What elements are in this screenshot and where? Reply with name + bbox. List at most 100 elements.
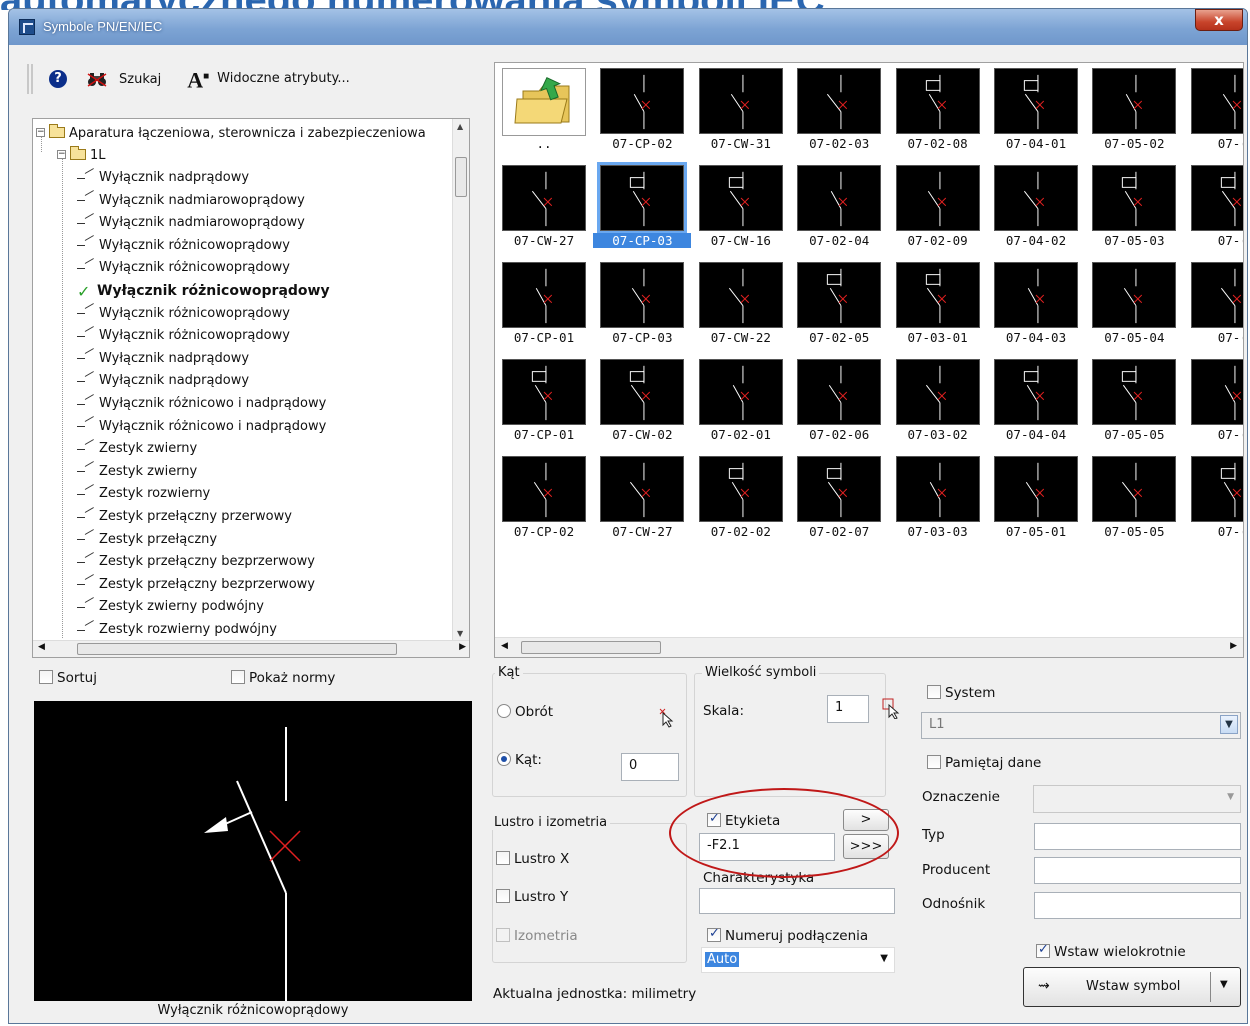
label-multi-button[interactable]: >>> <box>843 834 889 859</box>
symbol-cell[interactable]: 07-CP-02 <box>593 63 691 159</box>
symbol-cell[interactable]: 07-( <box>1184 257 1243 353</box>
folder-up-cell[interactable]: .. <box>495 63 593 159</box>
tree-item[interactable]: Zestyk przełączny <box>77 529 217 551</box>
tree-item[interactable]: Zestyk przełączny bezprzerwowy <box>77 574 315 596</box>
tree-item[interactable]: Wyłącznik różnicowo i nadprądowy <box>77 393 326 415</box>
tree-item[interactable]: Wyłącznik nadmiarowoprądowy <box>77 212 305 234</box>
angle-radio-dot[interactable] <box>497 752 511 766</box>
search-button[interactable] <box>87 70 107 88</box>
show-norms-checkbox[interactable]: Pokaż normy <box>231 670 335 686</box>
symbol-cell[interactable]: 07-02-03 <box>790 63 888 159</box>
tree-item[interactable]: ✓ Wyłącznik różnicowoprądowy <box>77 280 330 302</box>
symbol-cell[interactable]: 07-CW-27 <box>593 451 691 547</box>
symbol-cell[interactable]: 07-( <box>1184 63 1243 159</box>
symbol-cell[interactable]: 07-02-07 <box>790 451 888 547</box>
symbol-cell[interactable]: 07-03-01 <box>889 257 987 353</box>
symbol-cell[interactable]: 07-02-06 <box>790 354 888 450</box>
tree-root[interactable]: − Aparatura łączeniowa, sterownicza i zab… <box>36 123 426 145</box>
symbol-tree[interactable]: − Aparatura łączeniowa, sterownicza i zab… <box>32 118 470 658</box>
scrollbar-thumb[interactable] <box>521 641 661 654</box>
symbol-grid[interactable]: .. 07-CP-02 07-CW-31 07-02-03 07-02-08 07-04… <box>494 62 1244 658</box>
tree-item[interactable]: Zestyk przełączny przerwowy <box>77 506 292 528</box>
grid-horizontal-scrollbar[interactable]: ◀ ▶ <box>495 637 1243 657</box>
scrollbar-thumb[interactable] <box>77 643 397 655</box>
symbol-cell[interactable]: 07-( <box>1184 160 1243 256</box>
symbol-cell[interactable]: 07-CW-22 <box>692 257 790 353</box>
pick-scale-icon[interactable] <box>881 697 903 720</box>
label-next-button[interactable]: > <box>843 809 889 831</box>
symbol-cell[interactable]: 07-CP-01 <box>495 257 593 353</box>
help-icon[interactable]: ? <box>49 70 67 88</box>
title-bar[interactable]: Symbole PN/EN/IEC x <box>9 9 1247 45</box>
label-check[interactable] <box>707 811 721 827</box>
symbol-cell[interactable]: 07-05-03 <box>1085 160 1183 256</box>
angle-radio[interactable]: Kąt: <box>497 752 542 768</box>
chevron-down-icon[interactable]: ▼ <box>1220 979 1228 990</box>
tree-item[interactable]: Wyłącznik różnicowo i nadprądowy <box>77 416 326 438</box>
system-check[interactable] <box>927 685 941 699</box>
chevron-down-icon[interactable]: ▼ <box>880 953 888 964</box>
tree-item[interactable]: Wyłącznik nadprądowy <box>77 370 249 392</box>
tree-vertical-scrollbar[interactable]: ▲ ▼ <box>452 119 469 641</box>
symbol-cell[interactable]: 07-CW-27 <box>495 160 593 256</box>
symbol-cell[interactable]: 07-CW-31 <box>692 63 790 159</box>
tree-item[interactable]: Wyłącznik nadprądowy <box>77 348 249 370</box>
number-connections-check[interactable] <box>707 926 721 942</box>
symbol-cell[interactable]: 07-03-03 <box>889 451 987 547</box>
system-checkbox[interactable]: System <box>927 685 995 701</box>
label-checkbox[interactable]: Etykieta <box>707 811 780 829</box>
producer-input[interactable] <box>1034 857 1241 884</box>
tree-item[interactable]: Wyłącznik różnicowoprądowy <box>77 325 290 347</box>
tree-item[interactable]: Zestyk rozwierny <box>77 483 210 505</box>
symbol-cell[interactable]: 07-( <box>1184 354 1243 450</box>
tree-item[interactable]: Zestyk zwierny <box>77 461 197 483</box>
connections-select[interactable]: Auto ▼ <box>701 947 895 973</box>
symbol-cell[interactable]: 07-04-01 <box>987 63 1085 159</box>
collapse-icon[interactable]: − <box>57 150 66 159</box>
symbol-cell[interactable]: 07-05-05 <box>1085 451 1183 547</box>
tree-item[interactable]: Zestyk rozwierny podwójny <box>77 619 277 639</box>
visible-attributes-button[interactable]: A■ Widoczne atrybuty... <box>187 68 350 91</box>
show-norms-check[interactable] <box>231 670 245 684</box>
remember-data-checkbox[interactable]: Pamiętaj dane <box>927 755 1041 771</box>
tree-item[interactable]: Wyłącznik nadmiarowoprądowy <box>77 190 305 212</box>
rotation-radio-dot[interactable] <box>497 704 511 718</box>
symbol-cell[interactable]: 07-04-04 <box>987 354 1085 450</box>
symbol-cell[interactable]: 07-CP-01 <box>495 354 593 450</box>
toolbar-grip[interactable] <box>27 64 33 94</box>
scrollbar-thumb[interactable] <box>455 157 467 197</box>
characteristic-input[interactable] <box>699 888 895 914</box>
mirror-y-checkbox[interactable]: Lustro Y <box>496 889 568 905</box>
symbol-cell[interactable]: 07-05-01 <box>987 451 1085 547</box>
tree-item[interactable]: Wyłącznik różnicowoprądowy <box>77 235 290 257</box>
symbol-cell[interactable]: 07-CP-02 <box>495 451 593 547</box>
symbol-cell[interactable]: 07-04-02 <box>987 160 1085 256</box>
symbol-cell[interactable]: 07-CW-02 <box>593 354 691 450</box>
symbol-cell[interactable]: 07-( <box>1184 451 1243 547</box>
symbol-cell[interactable]: 07-04-03 <box>987 257 1085 353</box>
collapse-icon[interactable]: − <box>36 128 45 137</box>
tree-item[interactable]: Wyłącznik nadprądowy <box>77 167 249 189</box>
symbol-cell[interactable]: 07-02-04 <box>790 160 888 256</box>
symbol-cell[interactable]: 07-CP-03 <box>593 257 691 353</box>
label-input[interactable]: -F2.1 <box>699 833 835 861</box>
close-button[interactable]: x <box>1195 9 1243 31</box>
mirror-x-check[interactable] <box>496 851 510 865</box>
symbol-cell[interactable]: 07-CP-03 <box>593 160 692 256</box>
type-input[interactable] <box>1034 823 1241 850</box>
insert-multiple-check[interactable] <box>1036 942 1050 958</box>
symbol-cell[interactable]: 07-02-08 <box>889 63 987 159</box>
insert-multiple-checkbox[interactable]: Wstaw wielokrotnie <box>1036 942 1186 960</box>
symbol-cell[interactable]: 07-03-02 <box>889 354 987 450</box>
search-label[interactable]: Szukaj <box>119 72 161 87</box>
symbol-cell[interactable]: 07-02-09 <box>889 160 987 256</box>
remember-data-check[interactable] <box>927 755 941 769</box>
angle-input[interactable]: 0 <box>621 753 679 781</box>
scale-input[interactable]: 1 <box>827 695 869 723</box>
symbol-cell[interactable]: 07-02-02 <box>692 451 790 547</box>
number-connections-checkbox[interactable]: Numeruj podłączenia <box>707 926 868 944</box>
symbol-cell[interactable]: 07-05-04 <box>1085 257 1183 353</box>
tree-item[interactable]: Zestyk zwierny <box>77 438 197 460</box>
symbol-cell[interactable]: 07-02-01 <box>692 354 790 450</box>
tree-item[interactable]: Zestyk przełączny bezprzerwowy <box>77 551 315 573</box>
